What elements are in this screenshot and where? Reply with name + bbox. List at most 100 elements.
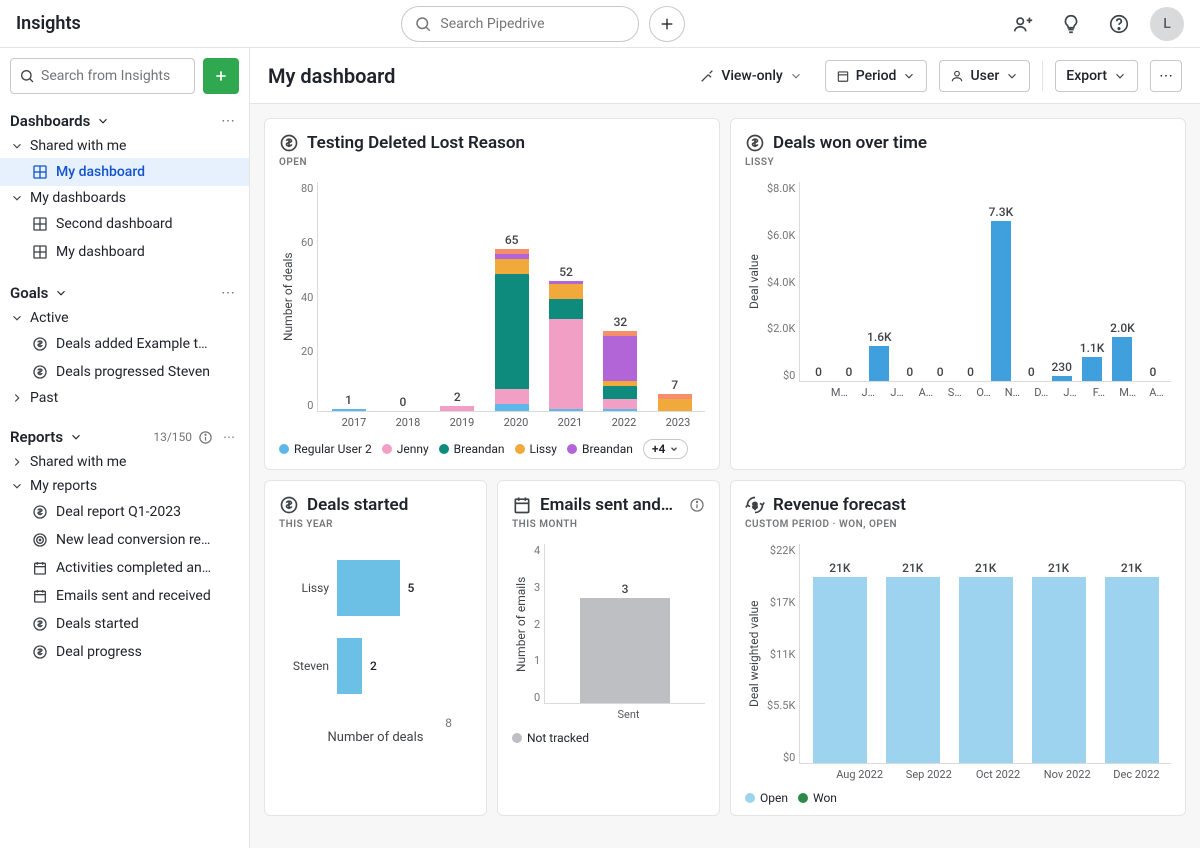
- calendar-icon: [512, 495, 532, 515]
- calendar-icon: [836, 69, 850, 83]
- sidebar-item-my-dashboard[interactable]: My dashboard: [0, 158, 249, 186]
- chevron-down-icon: [789, 69, 803, 83]
- chevron-down-icon: [69, 430, 83, 444]
- main: My dashboard View-only Period User Expor…: [250, 48, 1200, 848]
- sidebar-item-rep3[interactable]: Activities completed an…: [0, 554, 249, 582]
- currency-icon: [32, 644, 48, 660]
- card-title: Revenue forecast: [773, 495, 906, 515]
- chevron-down-icon: [54, 286, 68, 300]
- chevron-down-icon: [10, 191, 24, 205]
- card-testing-deleted-lost-reason: Testing Deleted Lost Reason OPEN Number …: [264, 118, 720, 470]
- sidebar-search[interactable]: Search from Insights: [10, 58, 195, 94]
- plus-icon: [213, 68, 229, 84]
- sidebar-item-rep1[interactable]: Deal report Q1-2023: [0, 498, 249, 526]
- sidebar-item-second-dashboard[interactable]: Second dashboard: [0, 210, 249, 238]
- chart-legend: Open Won: [745, 791, 1171, 805]
- user-filter[interactable]: User: [939, 60, 1030, 92]
- group-my-reports[interactable]: My reports: [0, 474, 249, 498]
- app-title: Insights: [16, 13, 81, 34]
- avatar-initial: L: [1163, 16, 1171, 32]
- currency-icon: [279, 133, 299, 153]
- tips-button[interactable]: [1054, 7, 1088, 41]
- chevron-down-icon: [10, 311, 24, 325]
- chevron-down-icon: [1113, 69, 1127, 83]
- section-reports[interactable]: Reports: [10, 428, 83, 446]
- section-dashboards[interactable]: Dashboards: [10, 112, 110, 130]
- section-goals[interactable]: Goals: [10, 284, 68, 302]
- currency-icon: [32, 616, 48, 632]
- card-title: Deals started: [307, 495, 408, 515]
- reports-count: 13/150: [153, 430, 192, 444]
- card-title: Testing Deleted Lost Reason: [307, 133, 525, 153]
- calendar-icon: [32, 588, 48, 604]
- group-reports-shared[interactable]: Shared with me: [0, 450, 249, 474]
- page-title: My dashboard: [268, 64, 395, 88]
- card-emails-sent: Emails sent and… THIS MONTH Number of em…: [497, 480, 720, 816]
- sidebar-add-button[interactable]: [203, 58, 239, 94]
- plus-icon: [659, 16, 675, 32]
- user-icon: [950, 69, 964, 83]
- group-my-dashboards[interactable]: My dashboards: [0, 186, 249, 210]
- card-title: Deals won over time: [773, 133, 927, 153]
- sidebar-item-my-dashboard-2[interactable]: My dashboard: [0, 238, 249, 266]
- currency-icon: [32, 504, 48, 520]
- chevron-down-icon: [96, 114, 110, 128]
- card-subtitle: LISSY: [745, 157, 1171, 168]
- chart-bar: Number of emails 43210 3: [512, 544, 705, 704]
- group-past[interactable]: Past: [0, 386, 249, 410]
- card-deals-started: Deals started THIS YEAR Lissy5Steven28 N…: [264, 480, 487, 816]
- sidebar-search-placeholder: Search from Insights: [41, 68, 170, 84]
- currency-icon: [32, 364, 48, 380]
- group-active[interactable]: Active: [0, 306, 249, 330]
- global-search-placeholder: Search Pipedrive: [440, 16, 544, 32]
- chevron-down-icon: [902, 69, 916, 83]
- card-subtitle: OPEN: [279, 157, 705, 168]
- chevron-down-icon: [1005, 69, 1019, 83]
- chart-bar: Deal value $8.0K$6.0K$4.0K$2.0K$0 001.6K…: [745, 182, 1171, 382]
- search-icon: [19, 68, 35, 84]
- avatar[interactable]: L: [1150, 7, 1184, 41]
- dashboard-icon: [32, 244, 48, 260]
- group-shared-with-me[interactable]: Shared with me: [0, 134, 249, 158]
- chevron-right-icon: [10, 391, 24, 405]
- sidebar-item-rep6[interactable]: Deal progress: [0, 638, 249, 666]
- section-menu-reports[interactable]: ⋯: [219, 430, 239, 444]
- export-button[interactable]: Export: [1055, 60, 1138, 92]
- legend-more-pill[interactable]: +4: [643, 439, 688, 459]
- card-subtitle: THIS YEAR: [279, 519, 472, 530]
- sidebar: Search from Insights Dashboards ⋯ Shared…: [0, 48, 250, 848]
- calendar-icon: [32, 560, 48, 576]
- chart-xlabel: Number of deals: [279, 730, 472, 745]
- card-deals-won-over-time: Deals won over time LISSY Deal value $8.…: [730, 118, 1186, 470]
- chart-stacked-bar: Number of deals 806040200 1026552327: [279, 182, 705, 412]
- add-button[interactable]: [649, 6, 685, 42]
- target-icon: [32, 532, 48, 548]
- help-icon: [1108, 13, 1130, 35]
- chart-bar: Deal weighted value $22K$17K$11K$5.5K$0 …: [745, 544, 1171, 764]
- dashboard-icon: [32, 164, 48, 180]
- period-filter[interactable]: Period: [825, 60, 928, 92]
- chevron-down-icon: [10, 139, 24, 153]
- dashboard-icon: [32, 216, 48, 232]
- sidebar-item-goal1[interactable]: Deals added Example t…: [0, 330, 249, 358]
- svg-text:$: $: [753, 500, 758, 510]
- forecast-icon: $: [745, 495, 765, 515]
- chart-legend: Not tracked: [512, 731, 705, 745]
- sidebar-item-rep2[interactable]: New lead conversion re…: [0, 526, 249, 554]
- currency-icon: [745, 133, 765, 153]
- info-icon[interactable]: [689, 497, 705, 513]
- section-menu-goals[interactable]: ⋯: [217, 285, 239, 301]
- chevron-down-icon: [10, 479, 24, 493]
- global-search[interactable]: Search Pipedrive: [401, 6, 639, 42]
- info-icon[interactable]: [198, 430, 213, 445]
- sidebar-item-rep5[interactable]: Deals started: [0, 610, 249, 638]
- view-mode-button[interactable]: View-only: [689, 60, 812, 92]
- sidebar-item-rep4[interactable]: Emails sent and received: [0, 582, 249, 610]
- sidebar-item-goal2[interactable]: Deals progressed Steven: [0, 358, 249, 386]
- more-button[interactable]: ⋯: [1150, 60, 1182, 92]
- search-icon: [414, 15, 432, 33]
- invite-users-button[interactable]: [1006, 7, 1040, 41]
- card-subtitle: THIS MONTH: [512, 519, 705, 530]
- section-menu-dashboards[interactable]: ⋯: [217, 113, 239, 129]
- help-button[interactable]: [1102, 7, 1136, 41]
